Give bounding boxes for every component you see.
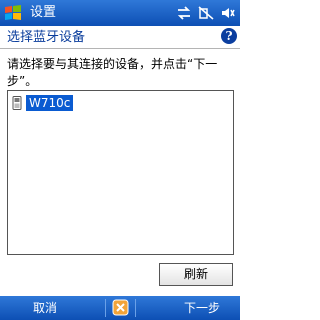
softkey-divider	[135, 299, 136, 317]
device-list[interactable]: W710c	[7, 90, 234, 255]
softkey-bar: 取消 下一步	[0, 296, 240, 320]
page-title: 选择蓝牙设备	[7, 30, 86, 45]
window-title: 设置	[30, 5, 57, 20]
status-icons	[176, 4, 236, 22]
instruction-text: 请选择要与其连接的设备，并点击“下一步”。	[7, 57, 218, 88]
phone-icon	[12, 96, 22, 110]
volume-icon[interactable]	[220, 5, 236, 21]
windows-flag-icon[interactable]	[3, 3, 23, 23]
title-bar: 设置	[0, 0, 240, 26]
connectivity-icon[interactable]	[176, 5, 192, 21]
cancel-softkey[interactable]: 取消	[33, 300, 57, 316]
page-header: 选择蓝牙设备 ?	[0, 26, 240, 49]
keyboard-sip-icon[interactable]	[112, 299, 129, 316]
softkey-divider	[105, 299, 106, 317]
device-name[interactable]: W710c	[26, 95, 74, 111]
signal-off-icon[interactable]	[198, 5, 214, 21]
help-icon[interactable]: ?	[221, 28, 237, 44]
list-item[interactable]: W710c	[12, 95, 74, 111]
refresh-button[interactable]: 刷新	[159, 263, 233, 286]
next-softkey[interactable]: 下一步	[184, 300, 220, 316]
